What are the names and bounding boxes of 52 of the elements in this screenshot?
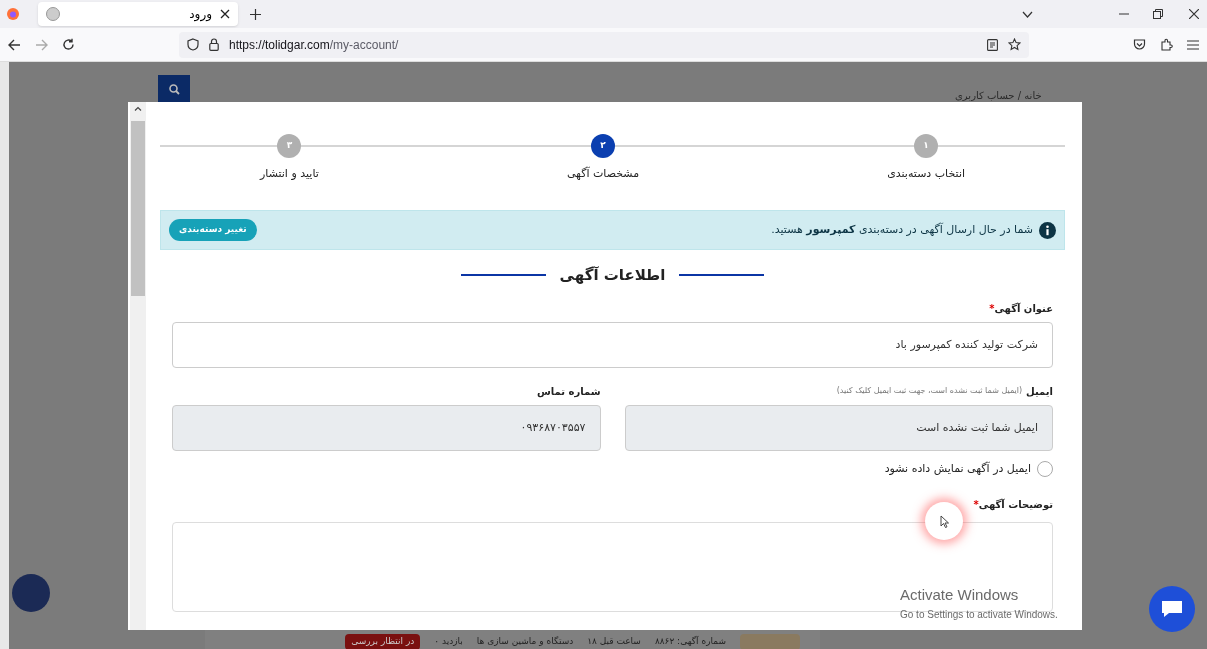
breadcrumb: خانه / حساب کاربری [955,89,1042,103]
close-icon[interactable] [1189,9,1199,19]
close-icon[interactable] [220,9,230,19]
restore-icon[interactable] [1153,9,1163,19]
section-title: اطلاعات آگهی [559,265,666,286]
view-count: ۰ بازدید [434,635,463,649]
alert-message: شما در حال ارسال آگهی در دسته‌بندی کمپرسور هستید. [770,221,1033,238]
field-hint[interactable]: (ایمیل شما ثبت نشده است، جهت ثبت ایمیل کلیک کنید) [836,385,1023,397]
ad-title-field[interactable]: شرکت تولید کننده کمپرسور باد [172,321,1053,368]
tab-title: ورود [188,6,212,23]
ad-number: شماره آگهی: ۸۸۶۲ [654,635,726,649]
address-bar[interactable]: https://tolidgar.com/my-account/ [179,31,1029,58]
step-label: مشخصات آگهی [566,166,640,182]
shield-icon[interactable] [187,38,199,51]
browser-tab[interactable]: ورود [38,2,238,26]
scrollbar-thumb[interactable] [131,121,145,296]
field-label: ایمیل [1026,384,1053,399]
description-field[interactable] [172,522,1053,612]
site-favicon-icon [46,7,60,21]
search-button[interactable] [158,75,190,103]
info-icon [1039,221,1056,239]
star-icon[interactable] [1008,38,1021,51]
modal-scrollbar[interactable] [130,102,146,630]
activation-notice-title: Activate Windows [900,585,1020,605]
listing-thumbnail [740,634,800,649]
step-indicator[interactable]: ۲ [591,134,615,158]
chat-icon [1161,600,1183,618]
lock-icon[interactable] [209,38,219,51]
search-icon [168,83,180,95]
url-text: https://tolidgar.com/my-account/ [229,36,400,54]
new-tab-icon[interactable] [250,8,261,20]
listing-category: دستگاه و ماشین سازی ها [476,635,574,649]
activation-notice-text: Go to Settings to activate Windows. [900,607,1058,622]
field-label: شماره تماس [536,384,601,399]
field-label: توضیحات آگهی* [972,497,1053,512]
page-scrollbar[interactable] [0,62,9,649]
reader-view-icon[interactable] [987,38,998,51]
field-label: عنوان آگهی* [988,301,1053,316]
checkbox-label: ایمیل در آگهی نمایش داده نشود [884,460,1031,477]
browser-logo-icon[interactable] [6,7,20,21]
chat-button[interactable] [1149,586,1195,632]
cursor-icon [939,514,949,528]
step-label: تایید و انتشار [260,166,319,182]
back-arrow-icon[interactable] [8,38,21,51]
puzzle-icon[interactable] [1160,38,1173,51]
menu-icon[interactable] [1187,39,1199,50]
step-label: انتخاب دسته‌بندی [887,166,965,182]
chevron-down-icon[interactable] [1022,10,1033,18]
scroll-up-icon[interactable] [134,106,142,111]
status-badge: در انتظار بررسی [345,634,421,649]
reload-icon[interactable] [62,38,75,51]
listing-time: ۱۸ ساعت قبل [587,635,641,649]
